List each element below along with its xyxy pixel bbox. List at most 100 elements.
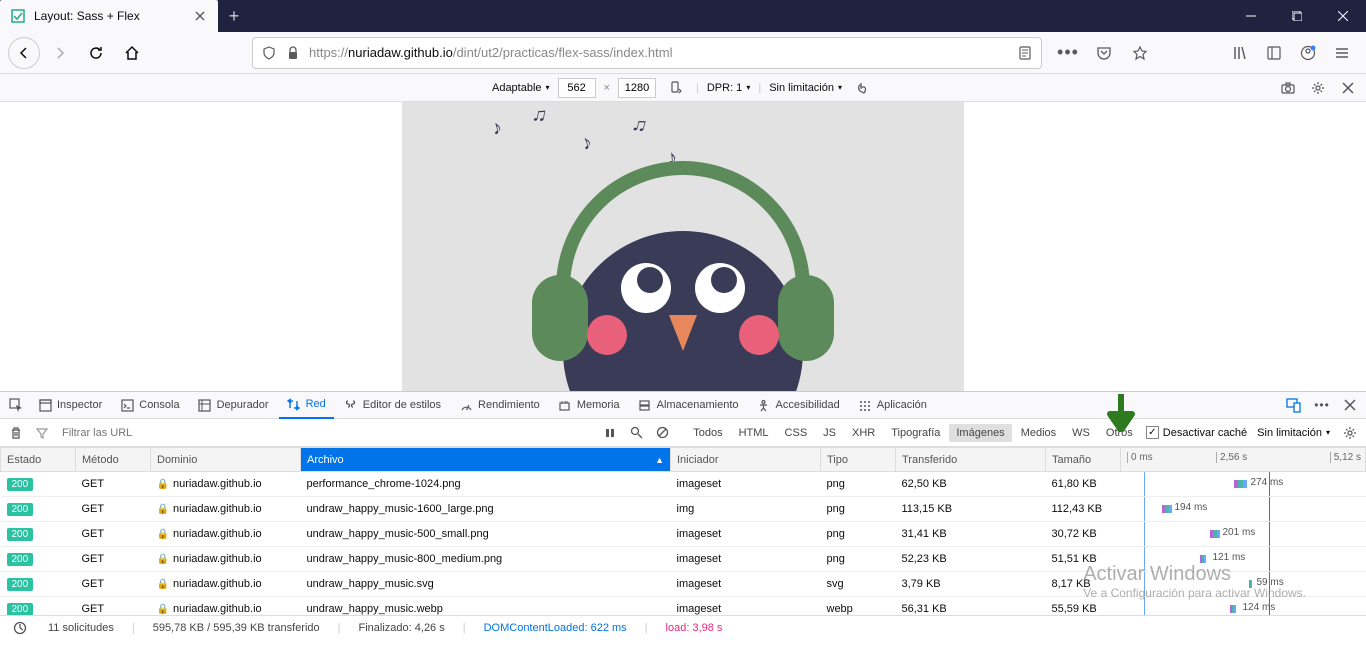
account-button[interactable] <box>1292 37 1324 69</box>
cell-method: GET <box>76 597 151 616</box>
devtools-more-button[interactable]: ••• <box>1310 393 1334 417</box>
url-path: /dint/ut2/practicas/flex-sass/index.html <box>453 45 673 60</box>
cell-domain: 🔒nuriadaw.github.io <box>151 547 301 572</box>
col-initiator[interactable]: Iniciador <box>671 448 821 472</box>
rdm-rotate-button[interactable] <box>664 76 688 100</box>
window-minimize-button[interactable] <box>1228 0 1274 32</box>
cell-size: 30,72 KB <box>1046 522 1121 547</box>
col-transferred[interactable]: Transferido <box>896 448 1046 472</box>
tab-accessibility[interactable]: Accesibilidad <box>749 391 848 419</box>
tab-inspector-label: Inspector <box>57 399 102 411</box>
tab-styles[interactable]: Editor de estilos <box>336 391 449 419</box>
cell-domain: 🔒nuriadaw.github.io <box>151 597 301 616</box>
cell-initiator: imageset <box>671 547 821 572</box>
rdm-screenshot-button[interactable] <box>1276 76 1300 100</box>
page-content[interactable]: ♪ ♫ ♪ ♫ ♪ <box>402 102 964 391</box>
watermark-sub: Ve a Configuración para activar Windows. <box>1083 586 1306 600</box>
cell-type: png <box>821 547 896 572</box>
responsive-design-toolbar: Adaptable▾ × | DPR: 1▾ | Sin limitación▾ <box>0 74 1366 102</box>
cell-size: 112,43 KB <box>1046 497 1121 522</box>
tab-application[interactable]: Aplicación <box>850 391 935 419</box>
performance-icon <box>459 398 473 412</box>
devtools-tabs: Inspector Consola Depurador Red Editor d… <box>0 391 1366 419</box>
application-icon <box>858 398 872 412</box>
page-actions-button[interactable]: ••• <box>1052 37 1084 69</box>
col-domain[interactable]: Dominio <box>151 448 301 472</box>
tab-close-button[interactable] <box>192 8 208 24</box>
app-menu-button[interactable] <box>1326 37 1358 69</box>
disable-cache-checkbox[interactable]: ✓Desactivar caché <box>1146 426 1247 439</box>
sidebar-button[interactable] <box>1258 37 1290 69</box>
rdm-dpr-select[interactable]: DPR: 1▾ <box>707 82 750 94</box>
browser-tab[interactable]: Layout: Sass + Flex <box>0 0 218 32</box>
devtools-close-button[interactable] <box>1338 393 1362 417</box>
element-picker-button[interactable] <box>4 393 28 417</box>
filter-ws[interactable]: WS <box>1065 424 1097 442</box>
tab-debugger[interactable]: Depurador <box>190 391 277 419</box>
filter-js[interactable]: JS <box>816 424 843 442</box>
rdm-device-select[interactable]: Adaptable▾ <box>492 82 550 94</box>
window-maximize-button[interactable] <box>1274 0 1320 32</box>
tab-memory[interactable]: Memoria <box>550 391 628 419</box>
network-block-button[interactable] <box>652 423 672 443</box>
filter-images[interactable]: Imágenes <box>949 424 1011 442</box>
bookmark-button[interactable] <box>1124 37 1156 69</box>
tab-console-label: Consola <box>139 399 179 411</box>
window-close-button[interactable] <box>1320 0 1366 32</box>
tab-inspector[interactable]: Inspector <box>30 391 110 419</box>
tab-network[interactable]: Red <box>279 391 334 419</box>
table-row[interactable]: 200GET🔒nuriadaw.github.ioundraw_happy_mu… <box>1 522 1366 547</box>
rdm-settings-button[interactable] <box>1306 76 1330 100</box>
network-search-button[interactable] <box>626 423 646 443</box>
filter-html[interactable]: HTML <box>732 424 776 442</box>
cell-initiator: imageset <box>671 472 821 497</box>
col-method[interactable]: Método <box>76 448 151 472</box>
filter-all[interactable]: Todos <box>686 424 729 442</box>
col-size[interactable]: Tamaño <box>1046 448 1121 472</box>
rdm-dpr-label: DPR: 1 <box>707 82 742 94</box>
filter-xhr[interactable]: XHR <box>845 424 882 442</box>
library-button[interactable] <box>1224 37 1256 69</box>
performance-analysis-button[interactable] <box>10 618 30 638</box>
table-row[interactable]: 200GET🔒nuriadaw.github.ioundraw_happy_mu… <box>1 497 1366 522</box>
tab-console[interactable]: Consola <box>112 391 187 419</box>
status-badge: 200 <box>7 528 34 541</box>
col-type[interactable]: Tipo <box>821 448 896 472</box>
network-toolbar: Todos HTML CSS JS XHR Tipografía Imágene… <box>0 419 1366 447</box>
col-waterfall[interactable]: 0 ms 2,56 s 5,12 s <box>1121 448 1366 472</box>
devtools-rdm-button[interactable] <box>1282 393 1306 417</box>
network-settings-button[interactable] <box>1340 423 1360 443</box>
filter-css[interactable]: CSS <box>778 424 815 442</box>
network-clear-button[interactable] <box>6 423 26 443</box>
network-pause-button[interactable] <box>600 423 620 443</box>
forward-button[interactable] <box>44 37 76 69</box>
new-tab-button[interactable]: + <box>218 0 250 32</box>
url-bar[interactable]: https://nuriadaw.github.io/dint/ut2/prac… <box>252 37 1042 69</box>
tab-storage[interactable]: Almacenamiento <box>630 391 747 419</box>
table-row[interactable]: 200GET🔒nuriadaw.github.ioperformance_chr… <box>1 472 1366 497</box>
filter-fonts[interactable]: Tipografía <box>884 424 947 442</box>
col-status[interactable]: Estado <box>1 448 76 472</box>
tab-performance[interactable]: Rendimiento <box>451 391 548 419</box>
col-file[interactable]: Archivo▲ <box>301 448 671 472</box>
network-throttle-label: Sin limitación <box>1257 427 1322 439</box>
reader-mode-icon[interactable] <box>1017 45 1033 61</box>
memory-icon <box>558 398 572 412</box>
rdm-touch-button[interactable] <box>850 76 874 100</box>
network-throttle-select[interactable]: Sin limitación▾ <box>1257 427 1330 439</box>
rdm-throttle-select[interactable]: Sin limitación▾ <box>769 82 842 94</box>
watermark-title: Activar Windows <box>1083 563 1306 586</box>
save-pocket-button[interactable] <box>1088 37 1120 69</box>
home-button[interactable] <box>116 37 148 69</box>
rdm-height-input[interactable] <box>618 78 656 98</box>
rdm-width-input[interactable] <box>558 78 596 98</box>
cell-method: GET <box>76 547 151 572</box>
disable-cache-label: Desactivar caché <box>1163 427 1247 439</box>
reload-button[interactable] <box>80 37 112 69</box>
network-filter-input[interactable] <box>58 422 338 444</box>
rdm-close-button[interactable] <box>1336 76 1360 100</box>
filter-media[interactable]: Medios <box>1014 424 1063 442</box>
lock-icon: 🔒 <box>157 479 169 490</box>
back-button[interactable] <box>8 37 40 69</box>
cell-method: GET <box>76 472 151 497</box>
